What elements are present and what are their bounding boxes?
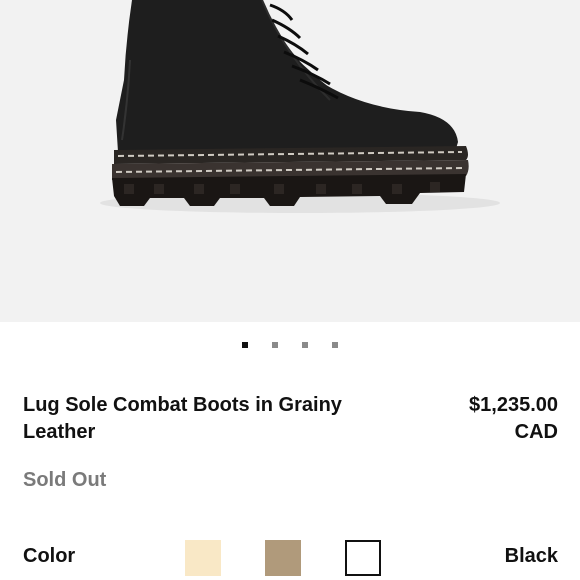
gallery-dot-2[interactable] [272, 342, 278, 348]
color-swatch-black[interactable] [345, 540, 381, 576]
price-amount: $1,235.00 [469, 394, 558, 416]
product-price: $1,235.00 CAD [418, 392, 558, 446]
color-swatch-cream[interactable] [185, 540, 221, 576]
gallery-pagination [0, 342, 580, 350]
product-title: Lug Sole Combat Boots in Grainy Leather [23, 394, 342, 443]
stock-status: Sold Out [23, 469, 107, 491]
gallery-dot-1[interactable] [242, 342, 248, 348]
boot-image [100, 0, 500, 213]
selected-color-name: Black [504, 545, 558, 567]
color-label: Color [23, 545, 76, 567]
product-image[interactable] [0, 0, 580, 322]
gallery-dot-4[interactable] [332, 342, 338, 348]
color-swatch-tan[interactable] [265, 540, 301, 576]
gallery-dot-3[interactable] [302, 342, 308, 348]
price-currency: CAD [514, 421, 558, 443]
